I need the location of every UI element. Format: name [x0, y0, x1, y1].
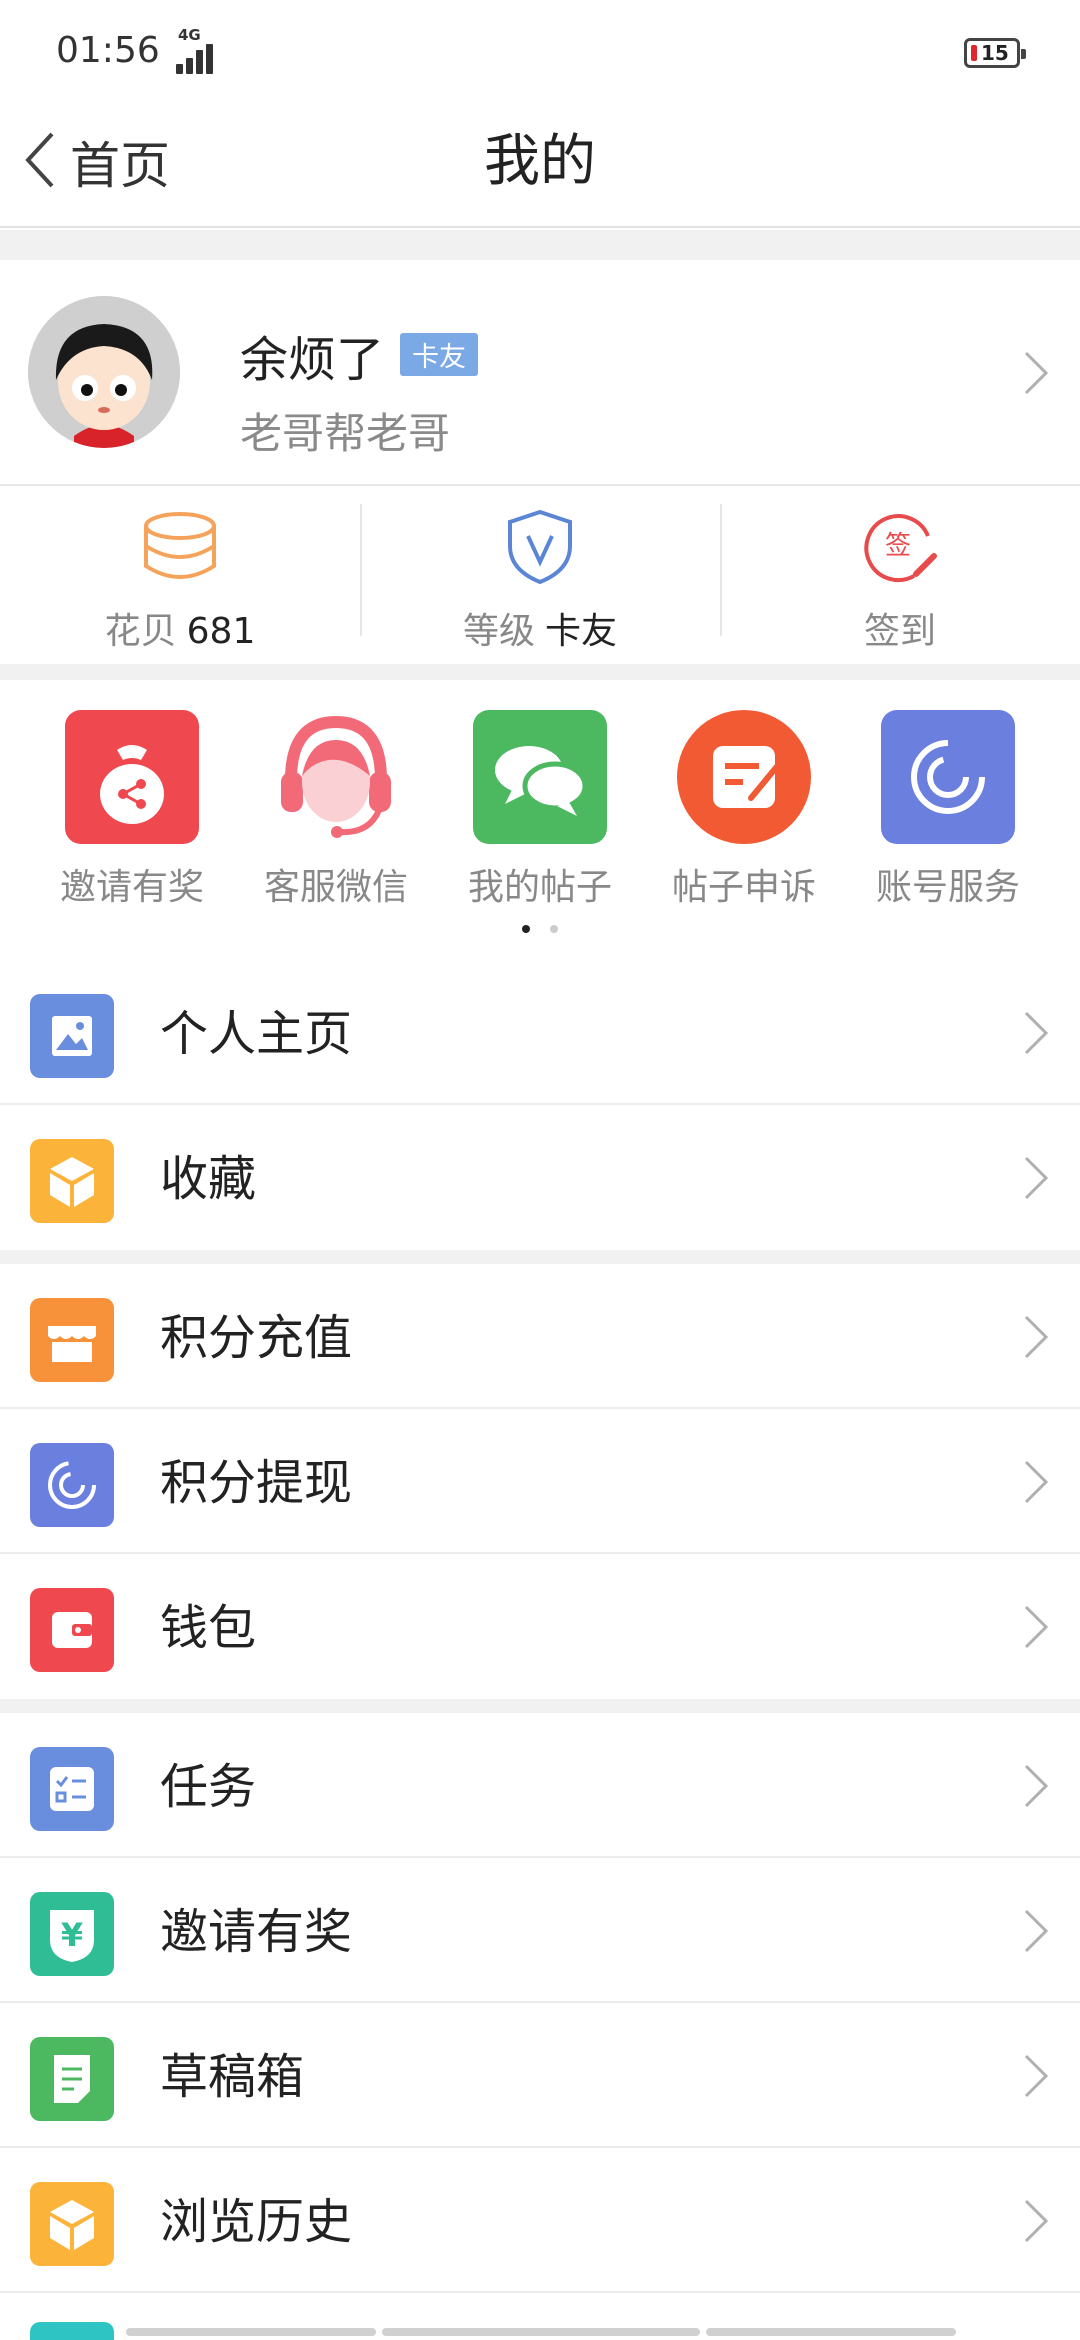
chat-bubbles-icon	[473, 710, 607, 844]
svg-text:¥: ¥	[61, 1916, 83, 1954]
menu-item-profile[interactable]: 个人主页	[0, 960, 1080, 1105]
shortcut-grid: 邀请有奖 客服微信 我的帖子 帖子申诉 账号服务	[0, 680, 1080, 950]
menu-item-label: 草稿箱	[160, 2049, 305, 2105]
battery-icon: 15	[964, 38, 1026, 68]
stat-level[interactable]: 等级 卡友	[360, 486, 720, 664]
shortcut-account-service[interactable]: 账号服务	[846, 710, 1050, 910]
divider	[0, 1250, 1080, 1264]
box-icon	[30, 1139, 114, 1223]
task-list-icon	[30, 1747, 114, 1831]
chevron-right-icon	[1022, 1459, 1050, 1505]
chevron-right-icon	[1022, 2053, 1050, 2099]
menu-item-label: 浏览历史	[160, 2194, 353, 2250]
next-row-partial	[0, 2318, 1080, 2340]
swirl-icon	[30, 1443, 114, 1527]
shortcut-my-posts[interactable]: 我的帖子	[438, 710, 642, 910]
shortcut-label: 帖子申诉	[671, 867, 816, 908]
menu-item-label: 任务	[160, 1759, 257, 1815]
menu-item-wallet[interactable]: 钱包	[0, 1554, 1080, 1699]
username: 余烦了	[240, 332, 385, 388]
stat-label: 等级	[462, 611, 535, 652]
chevron-right-icon	[1022, 1604, 1050, 1650]
yuan-shield-icon: ¥	[30, 1892, 114, 1976]
swirl-icon	[881, 710, 1015, 844]
menu-item-label: 钱包	[160, 1600, 257, 1656]
level-badge: 卡友	[400, 333, 478, 376]
chevron-right-icon	[1022, 1155, 1050, 1201]
shortcut-customer-service[interactable]: 客服微信	[234, 710, 438, 910]
stat-value: 681	[186, 611, 256, 652]
menu-item-drafts[interactable]: 草稿箱	[0, 2003, 1080, 2148]
chevron-right-icon	[1022, 350, 1050, 396]
battery-level: 15	[981, 41, 1009, 65]
menu-item-label: 积分提现	[160, 1455, 353, 1511]
stat-sign-in[interactable]: 签 签到	[720, 486, 1080, 664]
chevron-right-icon	[1022, 1314, 1050, 1360]
menu-item-label: 积分充值	[160, 1310, 353, 1366]
picture-icon	[30, 994, 114, 1078]
menu-item-tasks[interactable]: 任务	[0, 1713, 1080, 1858]
stat-label: 花贝	[104, 611, 177, 652]
shortcut-label: 账号服务	[875, 867, 1020, 908]
money-bag-icon	[65, 710, 199, 844]
menu-item-invite[interactable]: ¥ 邀请有奖	[0, 1858, 1080, 2003]
shortcut-label: 客服微信	[263, 867, 408, 908]
chevron-right-icon	[1022, 1010, 1050, 1056]
box-icon	[30, 2182, 114, 2266]
profile-card[interactable]: 余烦了 卡友 老哥帮老哥	[0, 260, 1080, 486]
menu-item-history[interactable]: 浏览历史	[0, 2148, 1080, 2293]
status-bar: 01:56 4G 15	[0, 0, 1080, 100]
divider	[0, 664, 1080, 680]
shortcut-label: 我的帖子	[467, 867, 612, 908]
shop-icon	[30, 1298, 114, 1382]
shortcut-appeal[interactable]: 帖子申诉	[642, 710, 846, 910]
page-dot[interactable]	[550, 925, 558, 933]
menu-item-label: 个人主页	[160, 1006, 353, 1062]
chevron-right-icon	[1022, 1908, 1050, 1954]
sign-in-icon: 签	[860, 506, 940, 586]
avatar[interactable]	[28, 296, 180, 448]
shield-v-icon	[500, 506, 580, 586]
stats-bar: 花贝 681 等级 卡友 签 签到	[0, 486, 1080, 664]
chevron-right-icon	[1022, 1763, 1050, 1809]
menu-item-label: 收藏	[160, 1151, 257, 1207]
shortcut-label: 邀请有奖	[59, 867, 204, 908]
draft-icon	[30, 2037, 114, 2121]
stat-label: 签到	[863, 611, 936, 652]
page-title: 我的	[484, 129, 596, 194]
stat-huabei[interactable]: 花贝 681	[0, 486, 360, 664]
menu-item-recharge[interactable]: 积分充值	[0, 1264, 1080, 1409]
user-signature: 老哥帮老哥	[240, 409, 451, 458]
stat-value: 卡友	[545, 611, 618, 652]
svg-text:签: 签	[885, 531, 911, 561]
menu-item-favorites[interactable]: 收藏	[0, 1105, 1080, 1250]
divider	[0, 1699, 1080, 1713]
signal-icon	[176, 40, 222, 74]
page-indicator	[0, 918, 1080, 937]
edit-note-icon	[677, 710, 811, 844]
wallet-icon	[30, 1588, 114, 1672]
nav-bar: 首页 我的	[0, 100, 1080, 228]
divider	[0, 230, 1080, 260]
menu-item-label: 邀请有奖	[160, 1904, 353, 1960]
coins-icon	[140, 506, 220, 586]
page-dot-active[interactable]	[522, 925, 530, 933]
status-time: 01:56	[56, 30, 160, 71]
customer-service-icon	[269, 710, 403, 844]
shortcut-invite[interactable]: 邀请有奖	[30, 710, 234, 910]
chevron-right-icon	[1022, 2198, 1050, 2244]
menu-item-withdraw[interactable]: 积分提现	[0, 1409, 1080, 1554]
